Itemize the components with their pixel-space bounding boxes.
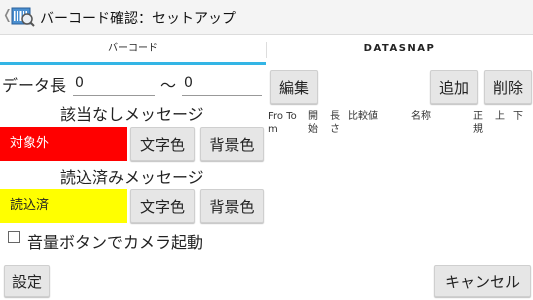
column-header-start: 開 始 [308,111,318,135]
camera-volume-checkbox[interactable] [8,231,20,243]
column-header-down: 下 [513,111,523,122]
column-header-regex: 正 規 [473,111,483,135]
column-header-compare-value: 比較値 [348,111,378,122]
camera-volume-label: 音量ボタンでカメラ起動 [27,233,204,252]
app-icon[interactable] [11,6,35,28]
column-header-length: 長 さ [330,111,340,135]
no-match-text-color-button[interactable]: 文字色 [130,127,195,161]
no-match-message-preview[interactable]: 対象外 [0,127,127,161]
data-length-label: データ長 [2,76,67,95]
tab-divider [266,42,267,58]
scanned-heading: 読込済みメッセージ [60,168,204,187]
scanned-bg-color-button[interactable]: 背景色 [200,189,264,223]
cancel-button[interactable]: キャンセル [434,265,531,297]
tab-active-indicator [0,62,266,65]
title-bar: ❬ バーコード確認：セットアップ [0,0,533,35]
settings-button[interactable]: 設定 [4,265,50,297]
column-header-from-to: Fro To m [268,111,297,135]
column-header-name: 名称 [411,111,431,122]
tab-barcode[interactable]: バーコード [0,35,266,65]
range-separator: 〜 [160,76,177,95]
data-length-to-input[interactable] [182,70,262,96]
column-header-up: 上 [495,111,505,122]
edit-button[interactable]: 編集 [270,70,318,104]
no-match-heading: 該当なしメッセージ [60,105,204,124]
tab-datasnap[interactable]: DATASNAP [266,35,533,65]
no-match-bg-color-button[interactable]: 背景色 [200,127,264,161]
add-button[interactable]: 追加 [430,70,478,104]
data-length-from-input[interactable] [73,70,155,96]
scanned-text-color-button[interactable]: 文字色 [130,189,195,223]
scanned-message-preview[interactable]: 読込済 [0,189,127,223]
page-title: バーコード確認：セットアップ [40,11,236,27]
delete-button[interactable]: 削除 [484,70,532,104]
